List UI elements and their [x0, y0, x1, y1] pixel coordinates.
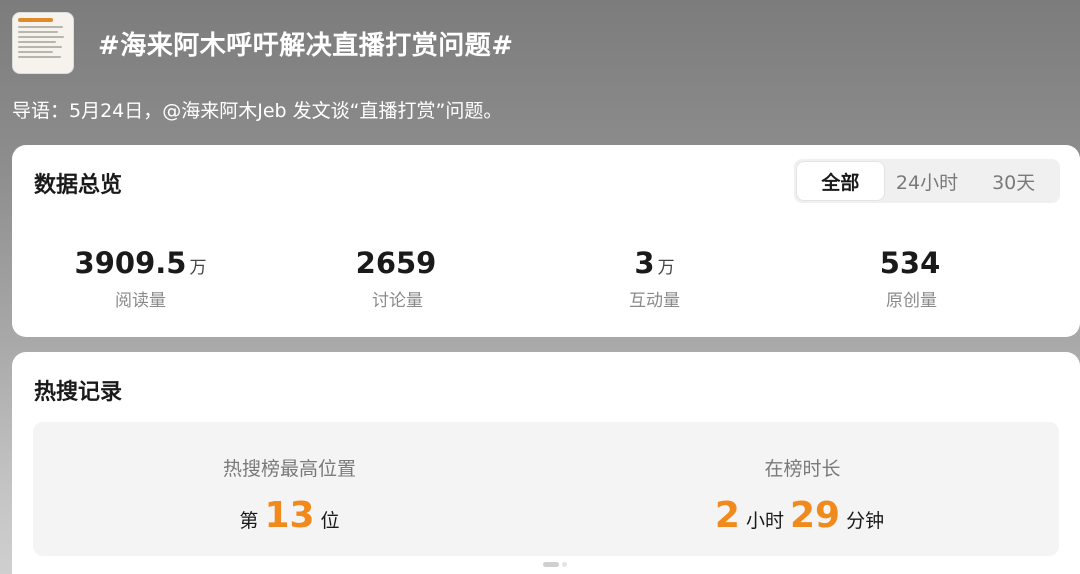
- page-indicator: [543, 562, 567, 567]
- topic-header: #海来阿木呼吁解决直播打赏问题#: [12, 12, 514, 74]
- hot-search-summary: 热搜榜最高位置 第 13 位 在榜时长 2 小时 29 分钟: [33, 422, 1059, 556]
- stat-interactions-value: 3: [634, 246, 655, 280]
- duration-minutes: 29: [789, 495, 841, 536]
- time-range-selector: 全部 24小时 30天: [794, 159, 1060, 203]
- peak-rank-label: 热搜榜最高位置: [222, 458, 356, 480]
- stat-interactions: 3万 互动量: [526, 245, 783, 311]
- stat-original-label: 原创量: [886, 291, 937, 311]
- stat-interactions-label: 互动量: [629, 291, 680, 311]
- article-thumbnail[interactable]: [12, 12, 74, 74]
- time-on-list: 在榜时长 2 小时 29 分钟: [546, 422, 1059, 556]
- tab-all[interactable]: 全部: [797, 162, 884, 200]
- stat-discussions-value: 2659: [355, 246, 437, 280]
- duration-hours-unit: 小时: [745, 510, 784, 532]
- overview-title: 数据总览: [34, 173, 123, 198]
- peak-rank-number: 13: [264, 495, 315, 536]
- data-overview-card: 数据总览 全部 24小时 30天 3909.5 万 阅读量 2659 讨论量 3万…: [12, 145, 1080, 337]
- stat-reads: 3909.5 万 阅读量: [12, 245, 269, 311]
- time-on-list-label: 在榜时长: [764, 458, 841, 480]
- stat-reads-unit: 万: [189, 258, 207, 278]
- stat-reads-label: 阅读量: [115, 291, 166, 311]
- hot-search-card: 热搜记录 热搜榜最高位置 第 13 位 在榜时长 2 小时 29 分钟: [12, 352, 1080, 574]
- topic-title[interactable]: #海来阿木呼吁解决直播打赏问题#: [98, 25, 514, 62]
- hot-search-title: 热搜记录: [34, 380, 123, 405]
- stats-row: 3909.5 万 阅读量 2659 讨论量 3万 互动量 534 原创量: [12, 245, 1080, 311]
- peak-rank: 热搜榜最高位置 第 13 位: [33, 422, 546, 556]
- duration-minutes-unit: 分钟: [846, 510, 885, 532]
- topic-intro: 导语：5月24日，@海来阿木Jeb 发文谈“直播打赏”问题。: [12, 100, 503, 122]
- stat-discussions: 2659 讨论量: [269, 245, 526, 311]
- duration-hours: 2: [714, 495, 740, 536]
- stat-original: 534 原创量: [783, 245, 1040, 311]
- stat-discussions-label: 讨论量: [372, 291, 423, 311]
- tab-30d[interactable]: 30天: [970, 162, 1057, 200]
- peak-rank-suffix: 位: [320, 510, 340, 532]
- tab-24h[interactable]: 24小时: [884, 162, 971, 200]
- stat-interactions-unit: 万: [657, 258, 675, 278]
- page-dot-active: [543, 562, 559, 567]
- stat-reads-value: 3909.5: [74, 246, 187, 280]
- page-dot: [562, 562, 567, 567]
- peak-rank-prefix: 第: [239, 510, 259, 532]
- stat-original-value: 534: [879, 246, 941, 280]
